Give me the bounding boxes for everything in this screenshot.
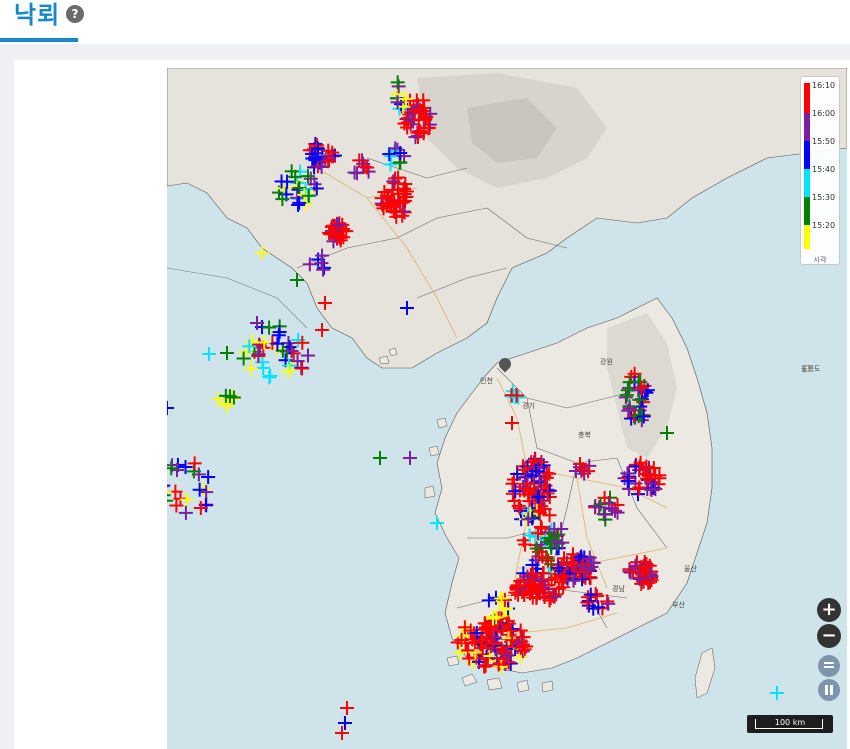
lightning-strike-marker: [770, 686, 784, 700]
legend-caption: 시각: [813, 256, 827, 264]
lightning-map[interactable]: 울릉도 인천 경기 강원 충북 경남 울산 부산 16:10 16:00 15:…: [167, 68, 847, 749]
lightning-strike-marker: [263, 368, 278, 383]
place-label-chungbuk: 충북: [578, 431, 591, 439]
lightning-strike-marker: [481, 593, 496, 608]
lightning-strike-marker: [505, 486, 520, 501]
lightning-strike-marker: [180, 492, 195, 507]
lightning-strike-marker: [400, 301, 414, 315]
place-label-gyeongnam: 경남: [612, 585, 625, 593]
place-label-busan: 부산: [672, 601, 685, 609]
active-tab-underline: [0, 38, 78, 42]
place-label-gyeonggi: 경기: [522, 402, 535, 410]
lightning-strike-marker: [178, 505, 193, 520]
legend-seg-green: [804, 197, 810, 225]
lightning-strikes-layer: [167, 75, 784, 740]
lightning-strike-marker: [318, 296, 332, 310]
place-label-gangwon: 강원: [600, 358, 613, 366]
zoom-in-button[interactable]: +: [817, 598, 841, 622]
lightning-strike-marker: [192, 482, 207, 497]
lightning-strike-marker: [624, 411, 639, 426]
lightning-strike-marker: [340, 701, 354, 715]
legend-tick: 15:50: [812, 137, 836, 146]
scale-label: 100 km: [774, 718, 806, 727]
lightning-strike-marker: [202, 347, 216, 361]
lightning-strike-marker: [167, 401, 174, 415]
scale-bar: 100 km: [747, 715, 833, 733]
legend-tick: 16:00: [812, 109, 836, 118]
lightning-strike-marker: [281, 364, 296, 379]
lightning-strike-marker: [315, 323, 329, 337]
legend-color-bar: [804, 83, 810, 249]
lightning-strike-marker: [430, 516, 444, 530]
layer-toggle-button[interactable]: [818, 655, 840, 677]
lightning-strike-marker: [243, 361, 258, 376]
lightning-strike-marker: [338, 716, 352, 730]
legend-tick: 15:20: [812, 221, 836, 230]
lightning-strike-marker: [290, 273, 304, 287]
time-legend: 16:10 16:00 15:50 15:40 15:30 15:20 시각: [800, 76, 840, 265]
lightning-strike-marker: [255, 246, 269, 260]
lightning-strike-marker: [335, 726, 349, 740]
legend-seg-blue: [804, 141, 810, 169]
lightning-strike-marker: [505, 416, 519, 430]
place-label-incheon: 인천: [480, 377, 493, 385]
lightning-strike-marker: [291, 197, 306, 212]
zoom-out-button[interactable]: −: [817, 624, 841, 648]
lightning-strike-marker: [211, 392, 226, 407]
pause-button[interactable]: [818, 679, 840, 701]
pause-icon: [825, 685, 833, 695]
legend-seg-cyan: [804, 169, 810, 197]
lightning-strike-marker: [373, 451, 387, 465]
lightning-strike-marker: [201, 470, 216, 485]
page-header: 낙뢰 ?: [0, 0, 850, 44]
lightning-strike-marker: [199, 485, 214, 500]
legend-seg-yellow: [804, 225, 810, 249]
title-tab[interactable]: 낙뢰 ?: [0, 0, 84, 42]
layers-icon: [824, 662, 834, 668]
lightning-strike-marker: [403, 451, 417, 465]
legend-seg-purple: [804, 113, 810, 141]
lightning-strike-marker: [236, 351, 251, 366]
legend-tick: 16:10: [812, 81, 836, 90]
legend-tick: 15:40: [812, 165, 836, 174]
help-icon[interactable]: ?: [66, 5, 84, 23]
page-title: 낙뢰: [14, 1, 61, 29]
place-label-ulleungdo: 울릉도: [801, 365, 821, 373]
lightning-strike-marker: [660, 426, 674, 440]
legend-seg-red: [804, 83, 810, 113]
lightning-strike-marker: [220, 346, 234, 360]
lightning-strike-marker: [383, 157, 398, 172]
legend-tick: 15:30: [812, 193, 836, 202]
lightning-strike-marker: [618, 390, 633, 405]
place-label-ulsan: 울산: [684, 565, 697, 573]
